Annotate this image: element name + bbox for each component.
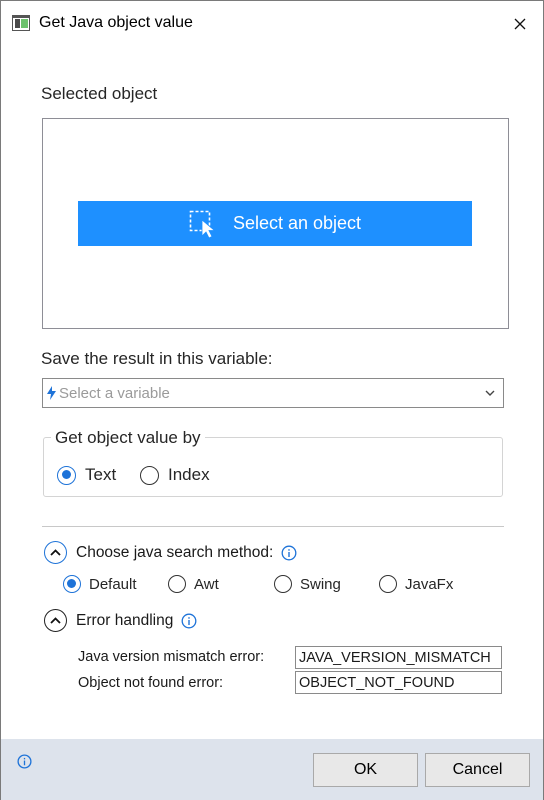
save-result-label: Save the result in this variable: — [41, 349, 273, 368]
radio-swing-label: Swing — [300, 575, 341, 593]
radio-default-circle — [63, 575, 81, 593]
info-icon[interactable] — [181, 613, 197, 629]
dialog-window: Get Java object value Selected object Se… — [0, 0, 544, 800]
dialog-footer: OK Cancel — [1, 739, 543, 800]
close-button[interactable] — [497, 1, 543, 47]
radio-text-circle — [57, 465, 76, 485]
app-icon — [12, 15, 30, 31]
chevron-up-icon — [50, 549, 61, 556]
radio-index-circle — [140, 465, 159, 485]
get-by-legend: Get object value by — [51, 428, 205, 448]
variable-bolt-icon — [47, 386, 56, 400]
radio-default[interactable]: Default — [63, 575, 137, 593]
info-icon[interactable] — [281, 545, 297, 561]
window-title: Get Java object value — [39, 14, 193, 31]
collapse-error-handling-button[interactable] — [44, 609, 67, 632]
variable-select[interactable] — [42, 378, 504, 408]
radio-javafx[interactable]: JavaFx — [379, 575, 453, 593]
radio-awt[interactable]: Awt — [168, 575, 219, 593]
collapse-java-search-button[interactable] — [44, 541, 67, 564]
radio-index-label: Index — [168, 465, 210, 484]
select-object-button[interactable]: Select an object — [78, 201, 472, 246]
radio-awt-label: Awt — [194, 575, 219, 593]
radio-awt-circle — [168, 575, 186, 593]
chevron-down-icon[interactable] — [485, 390, 495, 397]
chevron-up-icon — [50, 617, 61, 624]
radio-javafx-circle — [379, 575, 397, 593]
section-divider — [42, 526, 504, 527]
radio-text-label: Text — [85, 465, 117, 484]
variable-input[interactable] — [59, 384, 485, 402]
error-handling-expander: Error handling — [44, 609, 197, 632]
selected-object-label: Selected object — [41, 84, 158, 103]
not-found-label: Object not found error: — [78, 675, 224, 691]
select-object-icon — [189, 210, 219, 238]
ok-button[interactable]: OK — [313, 753, 418, 787]
version-mismatch-label: Java version mismatch error: — [78, 649, 265, 665]
error-handling-label: Error handling — [76, 611, 174, 629]
version-mismatch-field[interactable] — [295, 646, 502, 669]
radio-javafx-label: JavaFx — [405, 575, 454, 593]
not-found-field[interactable] — [295, 671, 502, 694]
select-object-button-label: Select an object — [232, 213, 362, 233]
radio-text[interactable]: Text — [57, 465, 116, 485]
radio-swing-circle — [274, 575, 292, 593]
radio-index[interactable]: Index — [140, 465, 210, 485]
java-search-label: Choose java search method: — [76, 543, 274, 561]
radio-swing[interactable]: Swing — [274, 575, 341, 593]
java-search-expander: Choose java search method: — [44, 541, 297, 564]
radio-default-label: Default — [89, 575, 137, 593]
cancel-button[interactable]: Cancel — [425, 753, 530, 787]
info-icon[interactable] — [17, 754, 32, 769]
close-icon — [514, 18, 526, 30]
title-bar: Get Java object value — [1, 1, 543, 47]
